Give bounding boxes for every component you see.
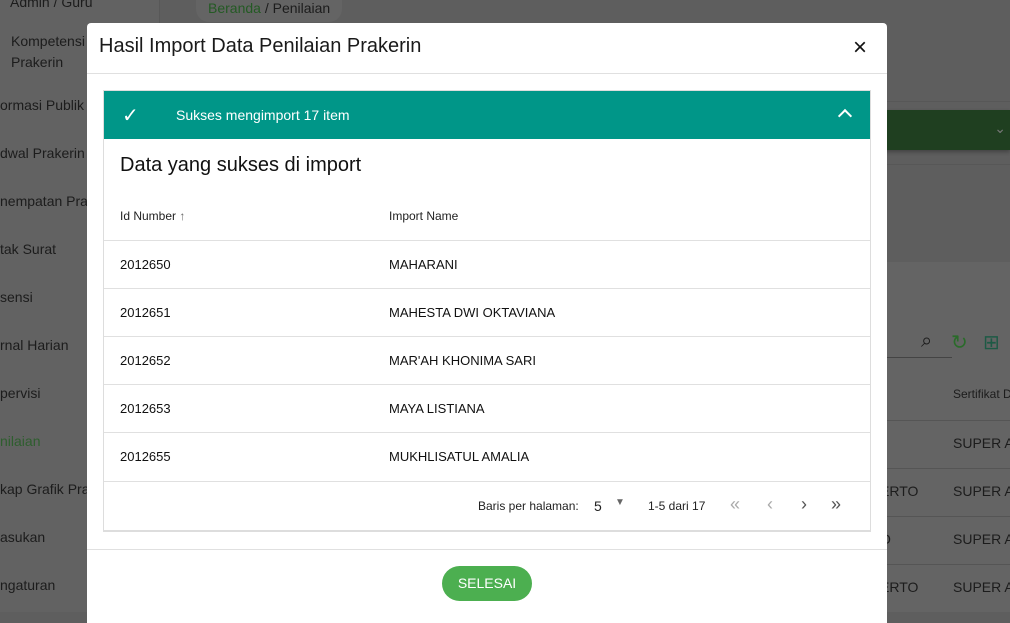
table-row: 2012652 MAR'AH KHONIMA SARI [104, 336, 870, 384]
next-page-icon[interactable]: › [801, 494, 807, 515]
sidebar-item[interactable]: ormasi Publik [0, 95, 84, 115]
sidebar-item[interactable]: pervisi [0, 383, 40, 403]
column-label: Id Number [120, 209, 177, 223]
sidebar-item[interactable]: asukan [0, 527, 45, 547]
sidebar-item-penilaian[interactable]: nilaian [0, 431, 40, 451]
name-cell: MAHARANI [389, 257, 458, 272]
last-page-icon[interactable]: » [831, 494, 841, 515]
prev-page-icon[interactable]: ‹ [767, 494, 773, 515]
table-cell: SUPER A [953, 435, 1010, 451]
id-cell: 2012652 [120, 353, 171, 368]
id-cell: 2012653 [120, 401, 171, 416]
breadcrumb-home[interactable]: Beranda [208, 0, 261, 16]
breadcrumb-current: Penilaian [272, 0, 331, 16]
success-alert-header[interactable]: ✓ Sukses mengimport 17 item [104, 91, 870, 139]
page-range: 1-5 dari 17 [648, 499, 706, 513]
id-cell: 2012650 [120, 257, 171, 272]
table-row: 2012651 MAHESTA DWI OKTAVIANA [104, 288, 870, 336]
dialog-title: Hasil Import Data Penilaian Prakerin [99, 35, 422, 57]
section-title: Data yang sukses di import [120, 154, 362, 176]
divider [87, 73, 887, 74]
column-header-import-name[interactable]: Import Name [389, 209, 458, 223]
search-icon[interactable]: ⌕ [921, 330, 932, 353]
breadcrumb-separator: / [264, 0, 269, 16]
id-cell: 2012651 [120, 305, 171, 320]
id-cell: 2012655 [120, 449, 171, 464]
sidebar-item[interactable]: Prakerin [11, 52, 63, 72]
column-header-id-number[interactable]: Id Number ↑ [120, 209, 185, 223]
divider [887, 516, 1010, 517]
name-cell: MAR'AH KHONIMA SARI [389, 353, 536, 368]
close-icon[interactable]: × [853, 36, 867, 60]
table-cell: SUPER A [953, 531, 1010, 547]
sidebar-item[interactable]: sensi [0, 287, 33, 307]
divider [887, 420, 1010, 421]
rows-per-page-select[interactable]: 5 [594, 498, 602, 514]
success-panel: ✓ Sukses mengimport 17 item Data yang su… [103, 90, 871, 532]
sidebar-item[interactable]: tak Surat [0, 239, 56, 259]
import-result-dialog: Hasil Import Data Penilaian Prakerin × ✓… [87, 23, 887, 623]
first-page-icon[interactable]: « [730, 494, 740, 515]
divider [87, 549, 887, 550]
divider [887, 468, 1010, 469]
check-icon: ✓ [122, 105, 139, 127]
table-row: 2012653 MAYA LISTIANA [104, 384, 870, 432]
sidebar-item[interactable]: dwal Prakerin [0, 143, 85, 163]
name-cell: MAHESTA DWI OKTAVIANA [389, 305, 556, 320]
pagination: Baris per halaman: 5 ▼ 1-5 dari 17 « ‹ ›… [104, 481, 870, 531]
breadcrumb: Beranda / Penilaian [196, 0, 343, 22]
table-cell: SUPER A [953, 483, 1010, 499]
column-header: Sertifikat D [953, 387, 1010, 401]
table-row: 2012655 MUKHLISATUL AMALIA [104, 432, 870, 480]
success-message: Sukses mengimport 17 item [176, 107, 350, 123]
grid-icon[interactable]: ⊞ [983, 330, 1000, 355]
caret-down-icon[interactable]: ▼ [615, 497, 625, 508]
chevron-up-icon[interactable] [837, 108, 853, 124]
arrow-up-icon: ↑ [179, 209, 186, 223]
sidebar-item[interactable]: Kompetensi [11, 31, 85, 51]
sidebar-item[interactable]: kap Grafik Pra [0, 479, 89, 499]
table-cell: SUPER A [953, 579, 1010, 595]
table-row: 2012650 MAHARANI [104, 240, 870, 288]
chevron-down-icon: ⌄ [994, 120, 1006, 136]
sidebar-item[interactable]: rnal Harian [0, 335, 68, 355]
name-cell: MUKHLISATUL AMALIA [389, 449, 530, 464]
sidebar-item[interactable]: ngaturan [0, 575, 55, 595]
rows-per-page-label: Baris per halaman: [478, 499, 579, 513]
sidebar-item[interactable]: nempatan Pra [0, 191, 88, 211]
refresh-icon[interactable]: ↻ [951, 330, 968, 355]
done-button[interactable]: SELESAI [442, 566, 532, 601]
sidebar-item[interactable]: Admin / Guru [10, 0, 92, 12]
divider [887, 564, 1010, 565]
name-cell: MAYA LISTIANA [389, 401, 485, 416]
